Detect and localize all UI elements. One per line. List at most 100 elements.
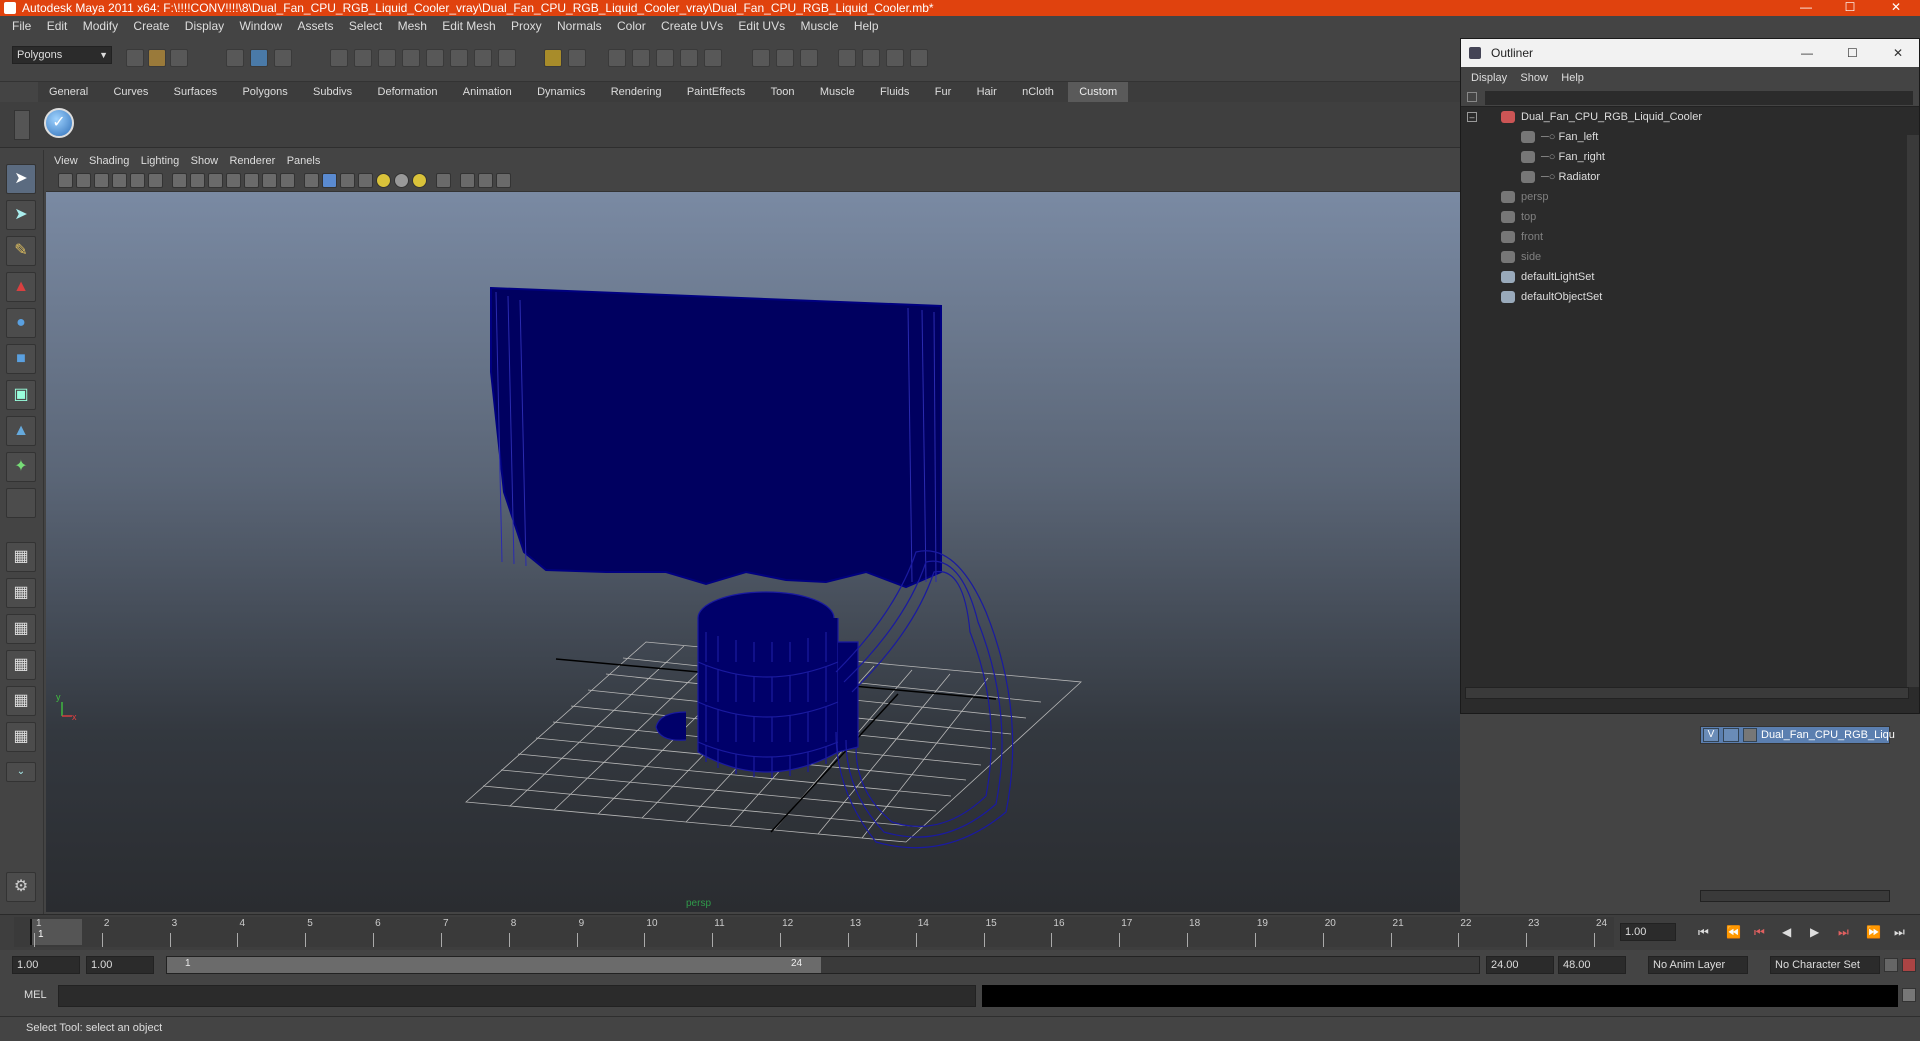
snap-point-icon[interactable] bbox=[378, 49, 396, 67]
outliner-menu-show[interactable]: Show bbox=[1510, 67, 1548, 89]
outliner-item[interactable]: ─○ Fan_right bbox=[1521, 147, 1605, 167]
animation-start-field[interactable]: 1.00 bbox=[12, 956, 80, 974]
snap-help-icon[interactable] bbox=[498, 49, 516, 67]
layer-color-swatch[interactable] bbox=[1743, 728, 1757, 742]
outliner-item[interactable]: ─○ Fan_left bbox=[1521, 127, 1598, 147]
construction-history-icon[interactable] bbox=[544, 49, 562, 67]
go-to-start-icon[interactable]: ⏮ bbox=[1698, 925, 1709, 940]
soft-modification-icon[interactable]: ▲ bbox=[6, 416, 36, 446]
outliner-toggle-icon[interactable] bbox=[886, 49, 904, 67]
render-current-frame-icon[interactable] bbox=[608, 49, 626, 67]
field-chart-icon[interactable] bbox=[244, 173, 259, 188]
playback-end-field[interactable]: 24.00 bbox=[1486, 956, 1554, 974]
show-manipulator-icon[interactable]: ✦ bbox=[6, 452, 36, 482]
panel-menu-view[interactable]: View bbox=[46, 152, 78, 170]
select-tool-icon[interactable]: ➤ bbox=[6, 164, 36, 194]
panel-menu-panels[interactable]: Panels bbox=[279, 152, 321, 170]
render-region-icon[interactable] bbox=[568, 49, 586, 67]
outliner-maximize-icon[interactable]: ☐ bbox=[1847, 39, 1858, 67]
save-scene-icon[interactable] bbox=[170, 49, 188, 67]
play-backwards-icon[interactable]: ◀ bbox=[1782, 925, 1791, 939]
tab-surfaces[interactable]: Surfaces bbox=[163, 82, 228, 102]
new-scene-icon[interactable] bbox=[126, 49, 144, 67]
tab-muscle[interactable]: Muscle bbox=[809, 82, 866, 102]
universal-manipulator-icon[interactable]: ▣ bbox=[6, 380, 36, 410]
snap-grid-icon[interactable] bbox=[330, 49, 348, 67]
snap-surface-icon[interactable] bbox=[426, 49, 444, 67]
scale-tool-icon[interactable]: ■ bbox=[6, 344, 36, 374]
time-slider-track[interactable]: 1 1 2 3 4 5 6 7 8 9 10 11 12 13 14 15 16 17 18 19 20 21 22 23 2… bbox=[14, 917, 1614, 947]
tab-ncloth[interactable]: nCloth bbox=[1011, 82, 1065, 102]
tab-animation[interactable]: Animation bbox=[452, 82, 523, 102]
playback-start-field[interactable]: 1.00 bbox=[86, 956, 154, 974]
collapse-icon[interactable]: – bbox=[1467, 112, 1477, 122]
gate-mask-icon[interactable] bbox=[226, 173, 241, 188]
lasso-tool-icon[interactable]: ➤ bbox=[6, 200, 36, 230]
menu-proxy[interactable]: Proxy bbox=[499, 16, 542, 36]
layer-row[interactable]: V Dual_Fan_CPU_RGB_Liqu bbox=[1700, 726, 1895, 744]
layout-outliner-persp-icon[interactable]: ▦ bbox=[6, 614, 36, 644]
menu-create-uvs[interactable]: Create UVs bbox=[649, 16, 723, 36]
tab-polygons[interactable]: Polygons bbox=[231, 82, 298, 102]
current-time-field[interactable]: 1.00 bbox=[1620, 923, 1676, 941]
outliner-vscrollbar[interactable] bbox=[1907, 135, 1919, 687]
tab-painteffects[interactable]: PaintEffects bbox=[676, 82, 757, 102]
outliner-item[interactable]: defaultObjectSet bbox=[1501, 287, 1602, 307]
menu-color[interactable]: Color bbox=[605, 16, 646, 36]
textured-icon[interactable] bbox=[358, 173, 373, 188]
bookmarks-icon[interactable] bbox=[94, 173, 109, 188]
shelf-menu-icon[interactable] bbox=[14, 110, 30, 140]
layer-template-toggle[interactable] bbox=[1723, 728, 1739, 742]
resolution-gate-icon[interactable] bbox=[208, 173, 223, 188]
layout-persp-graph-icon[interactable]: ▦ bbox=[6, 650, 36, 680]
menu-modify[interactable]: Modify bbox=[71, 16, 118, 36]
select-hierarchy-icon[interactable] bbox=[226, 49, 244, 67]
outliner-item[interactable]: top bbox=[1501, 207, 1536, 227]
tab-fur[interactable]: Fur bbox=[924, 82, 963, 102]
menu-select[interactable]: Select bbox=[337, 16, 382, 36]
layout-four-pane-icon[interactable]: ▦ bbox=[6, 578, 36, 608]
camera-attributes-icon[interactable] bbox=[76, 173, 91, 188]
two-d-pan-zoom-icon[interactable] bbox=[130, 173, 145, 188]
xray-joints-icon[interactable] bbox=[478, 173, 493, 188]
animation-end-field[interactable]: 48.00 bbox=[1558, 956, 1626, 974]
close-icon[interactable]: ✕ bbox=[1876, 0, 1916, 16]
tab-toon[interactable]: Toon bbox=[760, 82, 806, 102]
command-input[interactable] bbox=[58, 985, 976, 1007]
menu-assets[interactable]: Assets bbox=[286, 16, 334, 36]
outliner-hscrollbar[interactable] bbox=[1465, 687, 1909, 699]
shadows-icon[interactable] bbox=[394, 173, 409, 188]
ipr-render-icon[interactable] bbox=[632, 49, 650, 67]
animation-preferences-icon[interactable] bbox=[1902, 958, 1916, 972]
menu-edit-mesh[interactable]: Edit Mesh bbox=[430, 16, 495, 36]
render-settings-icon[interactable] bbox=[656, 49, 674, 67]
layout-single-pane-icon[interactable]: ▦ bbox=[6, 542, 36, 572]
wireframe-icon[interactable] bbox=[304, 173, 319, 188]
select-object-icon[interactable] bbox=[250, 49, 268, 67]
play-forwards-icon[interactable]: ▶ bbox=[1810, 925, 1819, 939]
film-gate-icon[interactable] bbox=[190, 173, 205, 188]
tab-subdivs[interactable]: Subdivs bbox=[302, 82, 363, 102]
step-forward-key-icon[interactable]: ⏩ bbox=[1866, 925, 1881, 939]
snap-view-icon[interactable] bbox=[450, 49, 468, 67]
menu-file[interactable]: File bbox=[0, 16, 31, 36]
select-camera-icon[interactable] bbox=[58, 173, 73, 188]
last-tool-icon[interactable] bbox=[6, 488, 36, 518]
panel-menu-shading[interactable]: Shading bbox=[81, 152, 129, 170]
outliner-minimize-icon[interactable]: — bbox=[1801, 39, 1813, 67]
graph-editor-toggle-icon[interactable] bbox=[910, 49, 928, 67]
perspective-viewport[interactable]: y x persp bbox=[46, 192, 1460, 912]
range-slider-handle[interactable]: 1 24 bbox=[167, 957, 821, 973]
grease-pencil-icon[interactable] bbox=[148, 173, 163, 188]
grid-toggle-icon[interactable] bbox=[172, 173, 187, 188]
input-line-icon[interactable] bbox=[752, 49, 770, 67]
outliner-item[interactable]: persp bbox=[1501, 187, 1549, 207]
step-back-key-icon[interactable]: ⏪ bbox=[1726, 925, 1741, 939]
layer-visibility-toggle[interactable]: V bbox=[1703, 728, 1719, 742]
menu-muscle[interactable]: Muscle bbox=[788, 16, 838, 36]
command-language-label[interactable]: MEL bbox=[24, 989, 47, 1001]
tab-deformation[interactable]: Deformation bbox=[367, 82, 449, 102]
image-plane-icon[interactable] bbox=[112, 173, 127, 188]
use-all-lights-icon[interactable] bbox=[376, 173, 391, 188]
auto-key-icon[interactable] bbox=[1884, 958, 1898, 972]
